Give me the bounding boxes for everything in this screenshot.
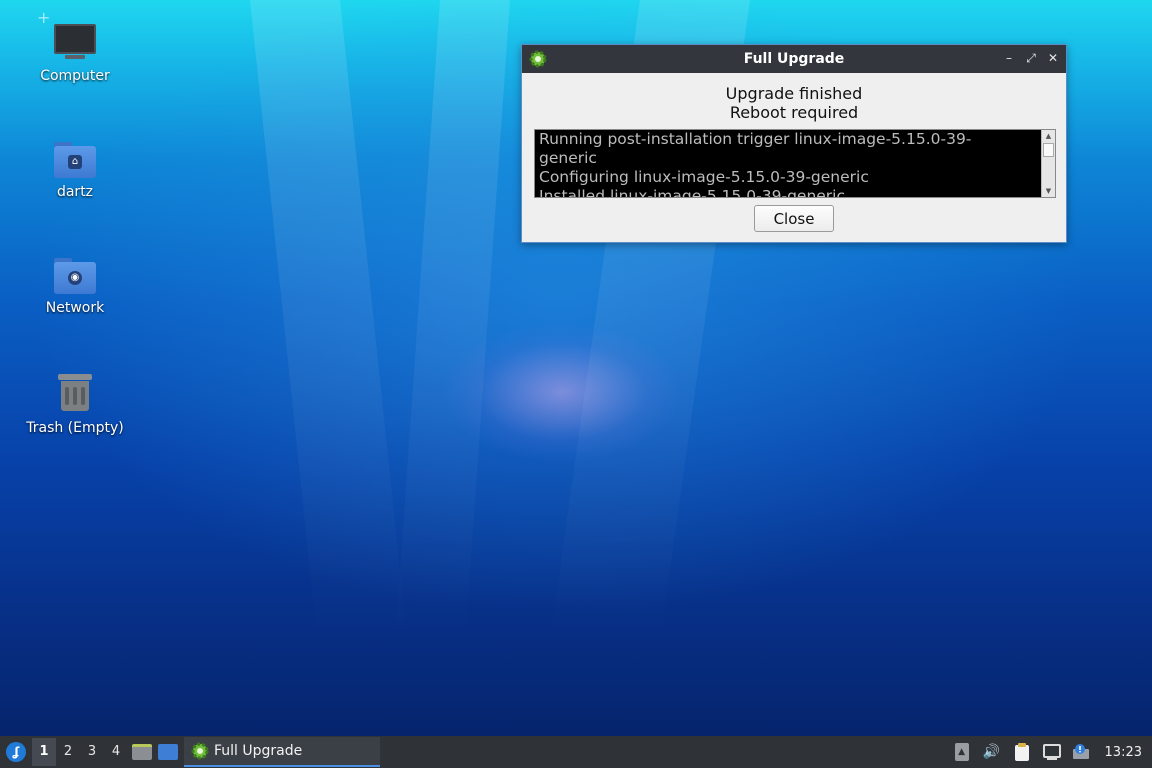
volume-button[interactable]: 🔊 [977, 736, 1007, 768]
tray-expand-button[interactable]: ▲ [947, 736, 977, 768]
network-button[interactable] [1037, 736, 1067, 768]
show-desktop-launcher[interactable] [156, 738, 180, 766]
desktop-icon-label: Computer [40, 68, 110, 84]
scroll-down-icon[interactable]: ▼ [1042, 185, 1055, 197]
close-button[interactable]: Close [754, 205, 834, 232]
desktop-icon-label: dartz [56, 184, 94, 200]
network-icon [1042, 744, 1061, 760]
computer-icon [54, 24, 96, 59]
volume-icon: 🔊 [982, 744, 1001, 760]
gear-icon [191, 742, 209, 760]
workspace-3[interactable]: 3 [80, 738, 104, 766]
clipboard-button[interactable] [1007, 736, 1037, 768]
taskbar: ʆ 1 2 3 4 Full Upgrade ▲ 🔊 13:23 [0, 736, 1152, 768]
gear-icon [529, 50, 547, 68]
scrollbar-thumb[interactable] [1043, 143, 1054, 157]
maximize-button[interactable]: ⤢ [1024, 50, 1038, 66]
workspace-1[interactable]: 1 [32, 738, 56, 766]
log-line: generic [539, 149, 597, 167]
file-manager-icon [132, 744, 152, 760]
log-line: Installed linux-image-5.15.0-39-generic [539, 187, 846, 198]
desktop-icon-computer[interactable]: Computer [20, 24, 130, 84]
log-line: Running post-installation trigger linux-… [539, 130, 972, 148]
status-reboot-required: Reboot required [729, 103, 859, 122]
workspace-4[interactable]: 4 [104, 738, 128, 766]
log-output[interactable]: Running post-installation trigger linux-… [534, 129, 1056, 198]
task-label: Full Upgrade [214, 743, 303, 759]
window-title: Full Upgrade [743, 51, 845, 67]
clipboard-icon [1014, 743, 1029, 761]
trash-icon [58, 372, 92, 412]
log-scrollbar[interactable]: ▲ ▼ [1041, 130, 1055, 197]
desktop-icon-trash[interactable]: Trash (Empty) [20, 372, 130, 436]
window-titlebar[interactable]: Full Upgrade – ⤢ ✕ [522, 45, 1066, 73]
system-tray: ▲ 🔊 13:23 [947, 736, 1152, 768]
show-desktop-icon [158, 744, 178, 760]
workspace-2[interactable]: 2 [56, 738, 80, 766]
desktop-icon-label: Network [45, 300, 105, 316]
desktop-icon-label: Trash (Empty) [26, 420, 124, 436]
chevron-up-icon: ▲ [954, 743, 969, 761]
full-upgrade-window: Full Upgrade – ⤢ ✕ Upgrade finished Rebo… [521, 44, 1067, 243]
lubuntu-logo-icon: ʆ [6, 742, 26, 762]
desktop-icon-network[interactable]: ◉ Network [20, 258, 130, 316]
start-menu-button[interactable]: ʆ [0, 736, 32, 768]
light-ray [250, 0, 408, 640]
home-folder-icon: ⌂ [54, 142, 96, 178]
network-folder-icon: ◉ [54, 258, 96, 294]
update-notification-icon [1072, 744, 1089, 759]
file-manager-launcher[interactable] [130, 738, 154, 766]
light-ray [395, 0, 510, 640]
log-line: Configuring linux-image-5.15.0-39-generi… [539, 168, 869, 186]
desktop-icon-home[interactable]: ⌂ dartz [20, 142, 130, 200]
window-close-button[interactable]: ✕ [1046, 50, 1060, 66]
task-full-upgrade[interactable]: Full Upgrade [184, 737, 380, 767]
scroll-up-icon[interactable]: ▲ [1042, 130, 1055, 142]
clock[interactable]: 13:23 [1097, 745, 1152, 760]
status-upgrade-finished: Upgrade finished [725, 84, 863, 103]
update-notifier-button[interactable] [1067, 736, 1097, 768]
minimize-button[interactable]: – [1002, 50, 1016, 66]
